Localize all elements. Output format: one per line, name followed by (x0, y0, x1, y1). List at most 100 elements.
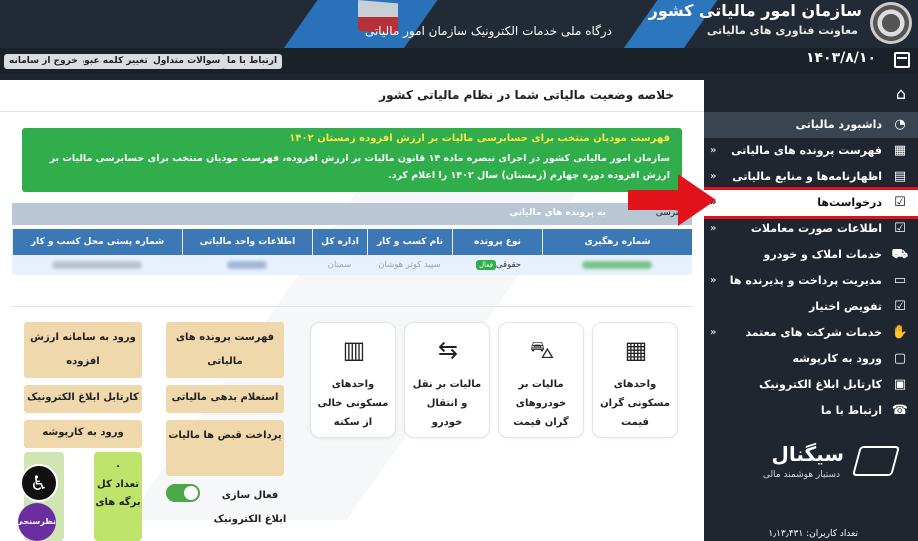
sidebar-item-label: اظهارنامه‌ها و منابع مالیاتی (732, 170, 882, 183)
portal-title: درگاه ملی خدمات الکترونیک سازمان امور ما… (364, 24, 612, 38)
contact-button[interactable]: ارتباط با ما (222, 54, 283, 69)
change-password-button[interactable]: تغییر کلمه عبور (74, 54, 153, 69)
workfolder-button[interactable]: ورود به کارپوشه (24, 420, 142, 448)
luxury-car-icon: ⛍ (529, 336, 555, 364)
home-icon[interactable]: ⌂ (896, 84, 906, 103)
sidebar: ⌂ ◔ داشبورد مالیاتی ▦ فهرست پرونده های م… (701, 74, 918, 541)
payment-icon: ▭ (893, 273, 907, 288)
dashboard-icon: ◔ (894, 117, 906, 132)
sidebar-item-label: داشبورد مالیاتی (795, 118, 882, 131)
sidebar-item-workfolder[interactable]: ▢ ورود به کارپوشه (704, 346, 918, 372)
chevron-left-icon: « (710, 145, 717, 156)
sidebar-item-label: مدیریت پرداخت و پذیرنده ها (729, 274, 882, 287)
main-panel: خلاصه وضعیت مالیاتی شما در نظام مالیاتی … (0, 80, 704, 541)
phone-icon: ☎ (891, 403, 908, 418)
sidebar-item-trusted[interactable]: ✋ خدمات شرکت های معتمد « (704, 320, 918, 346)
files-table: شماره رهگیری نوع پرونده نام کسب و کار اد… (12, 229, 692, 275)
page-title: خلاصه وضعیت مالیاتی شما در نظام مالیاتی … (379, 88, 674, 102)
calendar-icon (894, 52, 910, 68)
status-badge: فعال (475, 260, 496, 270)
declaration-icon: ▤ (893, 169, 907, 184)
vat-login-button[interactable]: ورود به سامانه ارزش افزوده (24, 322, 142, 378)
sidebar-item-payment[interactable]: ▭ مدیریت پرداخت و پذیرنده ها « (704, 268, 918, 294)
accessibility-button[interactable]: ♿ (20, 464, 58, 502)
user-count: تعداد کاربران: ۱٫۱۳٫۴۳۱ (768, 529, 858, 539)
divider (0, 111, 704, 112)
table-row[interactable]: حقوقیفعال سپید کوثر هوشان سمنان (12, 255, 692, 275)
toggle-label: فعال سازی ابلاغ الکترونیک (213, 490, 287, 525)
top-toolbar: ۱۴۰۳/۸/۱۰ ارتباط با ما سوالات متداول تغی… (0, 48, 918, 74)
card-luxury-housing[interactable]: ▦ واحدهای مسکونی گران قیمت (592, 322, 678, 438)
signal-logo-icon (851, 446, 901, 476)
table-header: شماره رهگیری نوع پرونده نام کسب و کار اد… (12, 229, 692, 255)
pay-bills-button[interactable]: پرداخت قبض ها مالیات (166, 420, 284, 476)
sidebar-item-label: درخواست‌ها (817, 196, 882, 209)
strip-label: به پرونده های مالیاتی (509, 208, 606, 218)
stat-count: ۰ (114, 461, 122, 472)
chevron-left-icon: « (710, 327, 717, 338)
e-notice-toggle[interactable] (166, 484, 200, 502)
postal-cell (12, 255, 182, 275)
sidebar-item-label: تفویض اختیار (808, 300, 882, 313)
card-luxury-car[interactable]: ⛍ مالیات بر خودروهای گران قیمت (498, 322, 584, 438)
sidebar-item-label: اطلاعات صورت معاملات (750, 222, 882, 235)
card-label: واحدهای مسکونی خالی از سکنه (317, 379, 389, 428)
sidebar-item-e-notice[interactable]: ▣ کارتابل ابلاغ الکترونیک (704, 372, 918, 398)
sidebar-item-contact[interactable]: ☎ ارتباط با ما (704, 398, 918, 424)
inbox-icon: ▣ (893, 377, 907, 392)
card-vacant-housing[interactable]: ▥ واحدهای مسکونی خالی از سکنه (310, 322, 396, 438)
sidebar-item-property-car[interactable]: ⛟ خدمات املاک و خودرو (704, 242, 918, 268)
column-header: اطلاعات واحد مالیاتی (182, 229, 312, 255)
files-icon: ▦ (893, 143, 907, 158)
sidebar-item-delegate[interactable]: ☑ تفویض اختیار (704, 294, 918, 320)
stat-label: تعداد کل برگه های (95, 479, 141, 508)
sidebar-item-transactions[interactable]: ☑ اطلاعات صورت معاملات « (704, 216, 918, 242)
transactions-icon: ☑ (894, 221, 906, 236)
business-cell: سپید کوثر هوشان (378, 260, 441, 270)
survey-button[interactable]: نظرسنجی (15, 503, 56, 541)
delegate-icon: ☑ (894, 299, 906, 314)
sidebar-item-label: خدمات املاک و خودرو (763, 248, 882, 261)
tracking-cell (542, 255, 692, 275)
debt-inquiry-button[interactable]: استعلام بدهی مالیاتی (166, 385, 284, 413)
sidebar-item-files[interactable]: ▦ فهرست پرونده های مالیاتی « (704, 138, 918, 164)
stat-card: ۰ تعداد کل برگه های (94, 452, 142, 541)
office-cell: سمنان (327, 260, 352, 270)
site-header: سازمان امور مالیاتی کشور معاونت فناوری ه… (0, 0, 918, 48)
file-type-cell: حقوقیفعال (452, 255, 542, 275)
sidebar-item-dashboard[interactable]: ◔ داشبورد مالیاتی (704, 112, 918, 138)
column-header: نوع پرونده (452, 229, 542, 255)
divider (12, 306, 692, 307)
sidebar-item-label: فهرست پرونده های مالیاتی (731, 144, 882, 157)
file-type: حقوقی (495, 260, 522, 270)
car-icon: ⛟ (891, 247, 908, 262)
column-header: اداره کل (312, 229, 367, 255)
chevron-left-icon: « (710, 275, 717, 286)
sidebar-item-requests[interactable]: ☑ درخواست‌ها « (701, 187, 918, 219)
alert-title: فهرست مودیان منتخب برای حسابرسی مالیات ب… (289, 133, 670, 144)
column-header: نام کسب و کار (367, 229, 452, 255)
request-icon: ☑ (894, 195, 906, 210)
red-arrow-annotation (628, 174, 716, 226)
e-notice-button[interactable]: کارتابل ابلاغ الکترونیک (24, 385, 142, 413)
files-list-button[interactable]: فهرست پرونده های مالیاتی (166, 322, 284, 378)
files-access-strip: دسترسی به پرونده های مالیاتی (12, 203, 692, 225)
org-title: سازمان امور مالیاتی کشور (648, 1, 862, 20)
alert-body: سازمان امور مالیاتی کشور در اجرای تبصره … (49, 153, 670, 181)
card-car-transfer[interactable]: ⇆ مالیات بر نقل و انتقال خودرو (404, 322, 490, 438)
building-icon: ▦ (624, 336, 648, 364)
org-logo[interactable] (870, 2, 912, 44)
sidebar-item-label: ورود به کارپوشه (792, 352, 883, 365)
column-header: شماره رهگیری (542, 229, 692, 255)
announcement-alert[interactable]: فهرست مودیان منتخب برای حسابرسی مالیات ب… (22, 128, 682, 192)
column-header: شماره پستی محل کسب و کار (12, 229, 182, 255)
logout-button[interactable]: خروج از سامانه (4, 54, 83, 69)
org-subtitle: معاونت فناوری های مالیاتی (706, 24, 858, 37)
sidebar-item-declarations[interactable]: ▤ اظهارنامه‌ها و منابع مالیاتی « (704, 164, 918, 190)
faq-button[interactable]: سوالات متداول (148, 54, 226, 69)
current-date: ۱۴۰۳/۸/۱۰ (805, 50, 876, 66)
signal-tagline: دستیار هوشمند مالی (762, 470, 840, 480)
signal-name: سیگنال (771, 442, 845, 466)
vacant-building-icon: ▥ (342, 336, 366, 364)
sidebar-item-label: خدمات شرکت های معتمد (745, 326, 882, 339)
